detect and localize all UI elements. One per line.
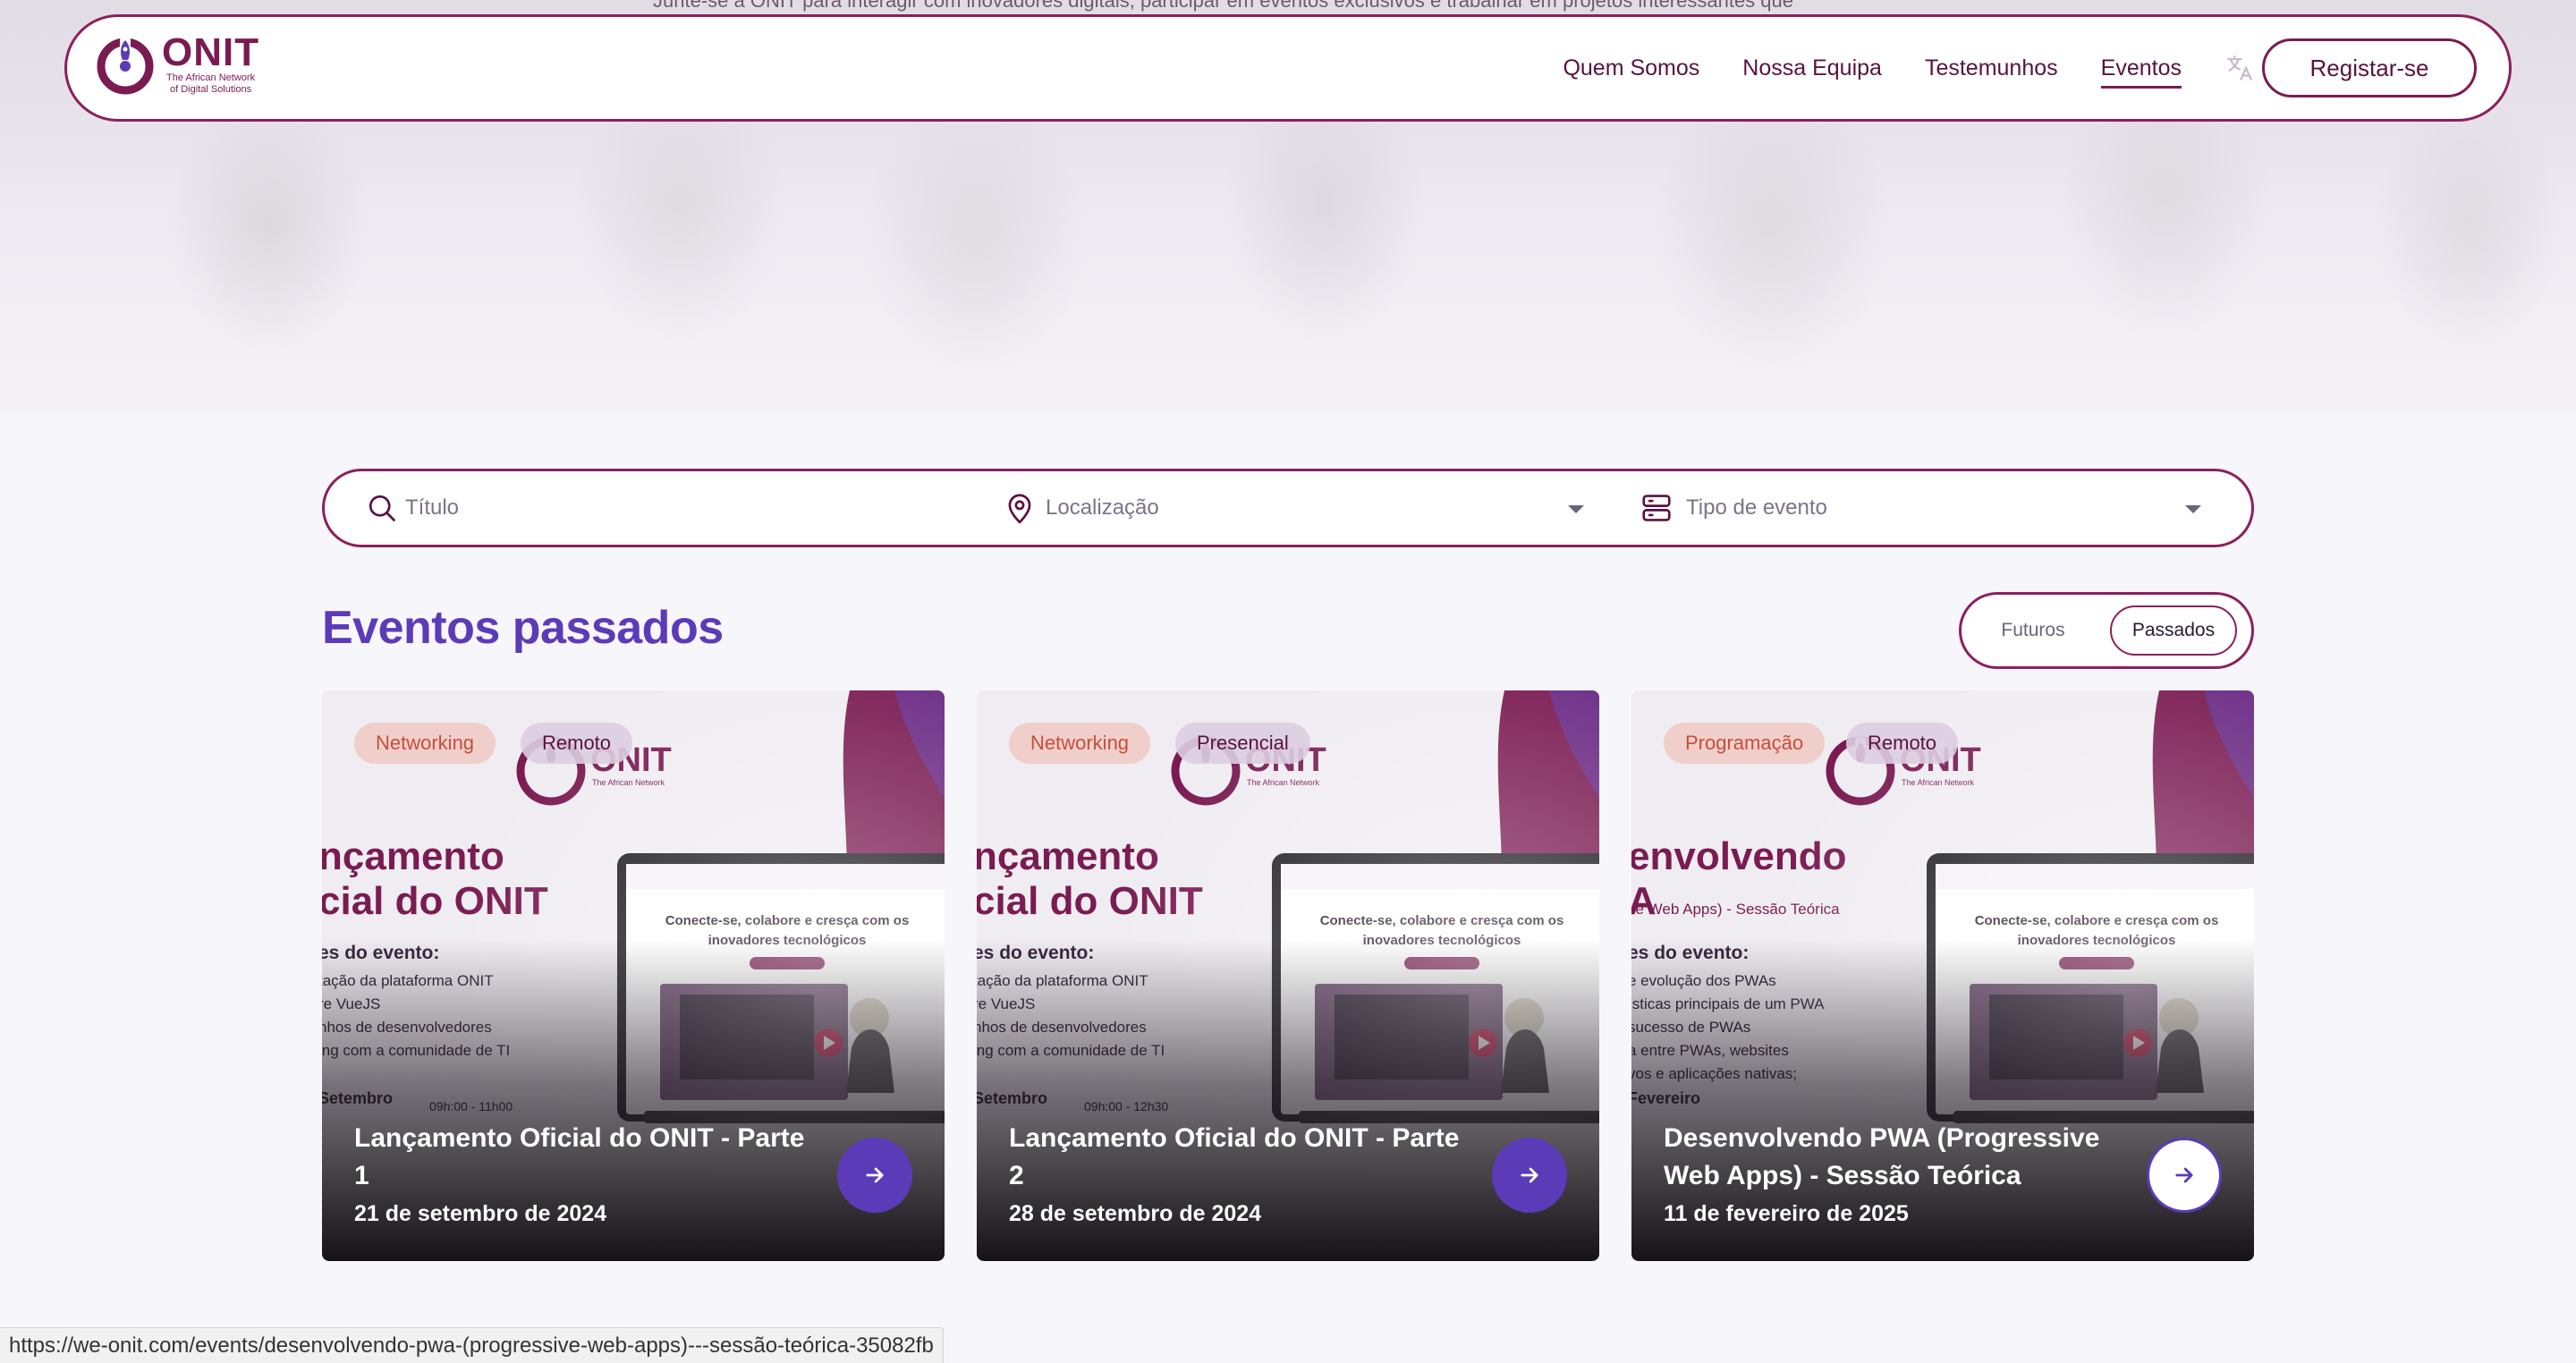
event-date: 11 de fevereiro de 2025: [1664, 1201, 1909, 1226]
section-title: Eventos passados: [322, 602, 724, 654]
filter-passados[interactable]: Passados: [2110, 605, 2237, 656]
chevron-down-icon: [1568, 505, 1584, 513]
event-search-bar: Localização Tipo de evento: [322, 469, 2254, 547]
event-mode-tag: Remoto: [1846, 723, 1959, 764]
event-type-select-placeholder: Tipo de evento: [1686, 495, 1827, 520]
arrow-right-icon: [866, 1167, 884, 1183]
event-type-select[interactable]: Tipo de evento: [1640, 471, 2230, 545]
event-title[interactable]: Lançamento Oficial do ONIT - Parte 2: [1009, 1120, 1474, 1195]
location-select[interactable]: Localização: [1003, 471, 1629, 545]
chevron-down-icon: [2185, 505, 2201, 513]
open-event-button[interactable]: [2147, 1138, 2222, 1213]
title-search-segment: [366, 471, 974, 545]
event-category-tag: Programação: [1664, 723, 1826, 764]
event-category-tag: Networking: [354, 723, 496, 764]
brand-name: ONIT: [162, 30, 260, 74]
translate-icon[interactable]: [2224, 53, 2255, 83]
browser-status-bar: https://we-onit.com/events/desenvolvendo…: [0, 1327, 944, 1363]
open-event-button[interactable]: [1492, 1138, 1567, 1213]
onit-logo-icon: [97, 37, 154, 95]
server-stack-icon: [1642, 495, 1671, 521]
search-icon: [369, 495, 395, 521]
nav-item-quem-somos[interactable]: Quem Somos: [1563, 50, 1699, 87]
event-card[interactable]: ONIT The African Network nçamento cial d…: [977, 690, 1599, 1261]
hero-intro-text: Junte-se à ONIT para interagir com inova…: [653, 0, 1794, 12]
title-search-input[interactable]: [405, 495, 942, 521]
nav-item-eventos[interactable]: Eventos: [2100, 50, 2182, 89]
event-mode-tag: Presencial: [1175, 723, 1310, 764]
event-card[interactable]: ONIT The African Network nçamento cial d…: [322, 690, 945, 1261]
register-button[interactable]: Registar-se: [2262, 38, 2477, 97]
event-time-filter: Futuros Passados: [1959, 592, 2254, 669]
event-title[interactable]: Desenvolvendo PWA (Progressive Web Apps)…: [1664, 1120, 2129, 1195]
main-nav: Quem Somos Nossa Equipa Testemunhos Even…: [1563, 17, 2307, 119]
event-card[interactable]: ONIT The African Network envolvendo A ve…: [1631, 690, 2254, 1261]
nav-item-testemunhos[interactable]: Testemunhos: [1925, 50, 2058, 87]
filter-futuros[interactable]: Futuros: [1976, 605, 2090, 656]
event-date: 21 de setembro de 2024: [354, 1201, 607, 1226]
event-category-tag: Networking: [1009, 723, 1151, 764]
open-event-button[interactable]: [837, 1138, 912, 1213]
top-navbar: ONIT The African Network of Digital Solu…: [64, 14, 2512, 122]
brand-logo[interactable]: ONIT The African Network of Digital Solu…: [94, 33, 259, 96]
event-date: 28 de setembro de 2024: [1009, 1201, 1262, 1226]
brand-tagline-1: The African Network: [166, 72, 256, 83]
location-pin-icon: [1008, 494, 1031, 524]
nav-item-nossa-equipa[interactable]: Nossa Equipa: [1742, 50, 1882, 87]
arrow-right-icon: [1521, 1167, 1538, 1183]
event-mode-tag: Remoto: [521, 723, 633, 764]
arrow-right-icon: [2175, 1167, 2193, 1183]
brand-tagline-2: of Digital Solutions: [170, 84, 252, 95]
event-title[interactable]: Lançamento Oficial do ONIT - Parte 1: [354, 1120, 819, 1195]
location-select-placeholder: Localização: [1046, 495, 1159, 520]
